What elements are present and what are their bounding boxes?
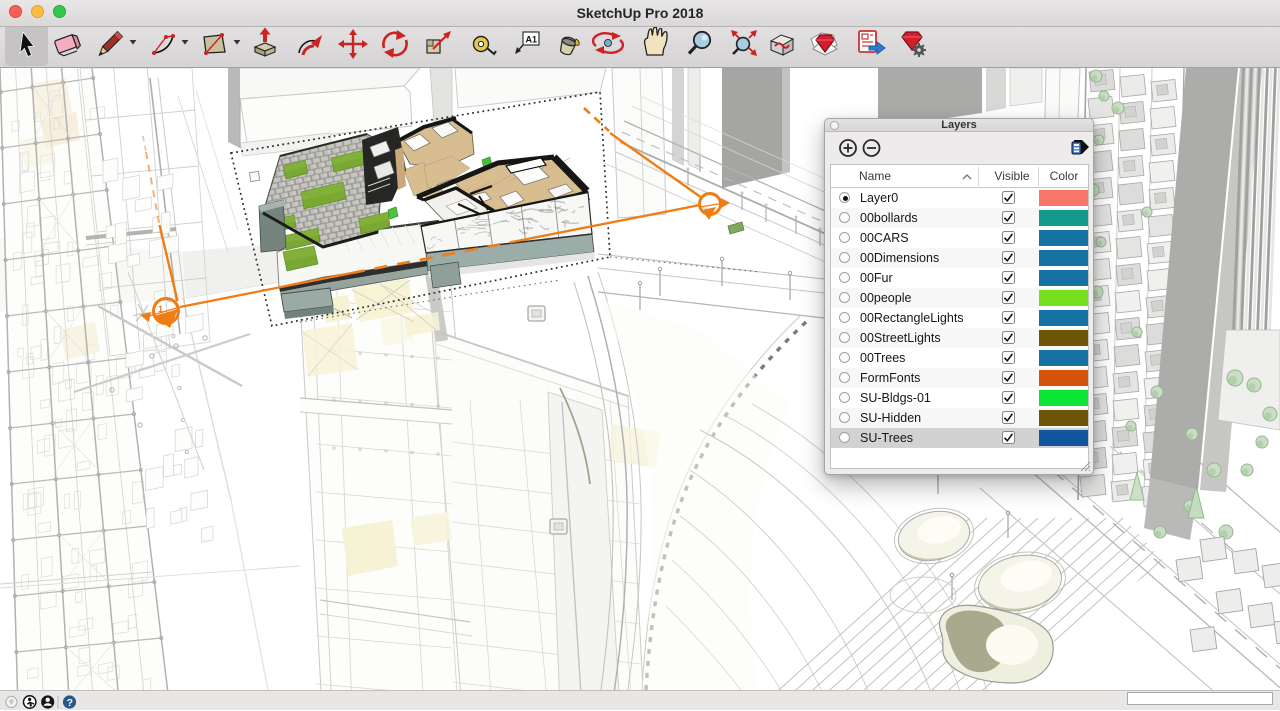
- svg-text:1: 1: [158, 304, 163, 314]
- svg-text:A1: A1: [526, 35, 538, 45]
- svg-text:?: ?: [67, 697, 73, 709]
